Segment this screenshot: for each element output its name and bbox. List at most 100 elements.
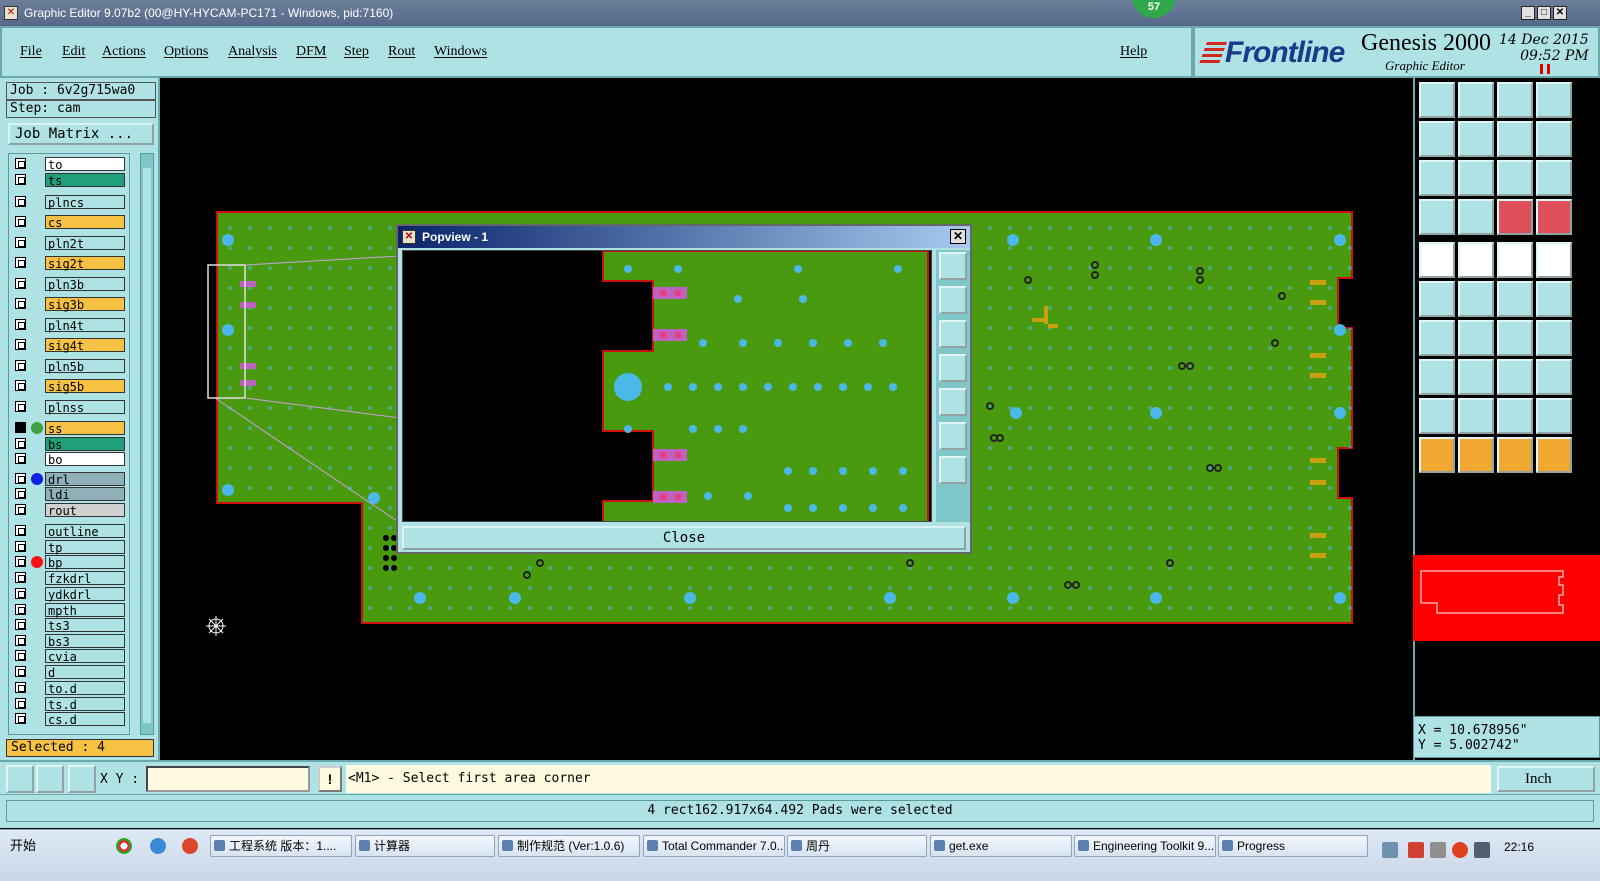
layer-row-cs-d[interactable]: cs.d — [11, 712, 129, 727]
line-alt-icon[interactable] — [1458, 320, 1494, 356]
layer-name[interactable]: pln2t — [45, 236, 125, 251]
pointer-box-icon[interactable] — [1458, 437, 1494, 473]
layer-row-ss[interactable]: ss — [11, 421, 129, 436]
popview-canvas[interactable] — [402, 250, 932, 522]
layer-row-cvia[interactable]: cvia — [11, 649, 129, 664]
layer-checkbox[interactable] — [15, 278, 26, 289]
start-button[interactable]: 开始 — [2, 836, 52, 856]
layer-checkbox[interactable] — [15, 319, 26, 330]
layer-checkbox[interactable] — [15, 619, 26, 630]
layer-row-bs[interactable]: bs — [11, 437, 129, 452]
layer-name[interactable]: tp — [45, 540, 125, 555]
ie-icon[interactable] — [150, 838, 166, 854]
layer-row-tp[interactable]: tp — [11, 540, 129, 555]
pointer-icon[interactable] — [1419, 437, 1455, 473]
layer-checkbox[interactable] — [15, 698, 26, 709]
close-window-button[interactable]: ✕ — [1553, 6, 1567, 20]
layer-checkbox[interactable] — [15, 650, 26, 661]
taskbar-task-5[interactable]: get.exe — [930, 835, 1072, 857]
layer-row-ldi[interactable]: ldi — [11, 487, 129, 502]
layer-checkbox[interactable] — [15, 713, 26, 724]
duplicate-icon[interactable] — [1536, 359, 1572, 395]
taskbar-task-1[interactable]: 计算器 — [355, 835, 495, 857]
tray-usb-icon[interactable] — [1430, 842, 1446, 858]
layer-name[interactable]: bs3 — [45, 634, 125, 649]
layer-name[interactable]: ss — [45, 421, 125, 436]
triangle-red-icon[interactable] — [1419, 398, 1455, 434]
layer-checkbox[interactable] — [15, 216, 26, 227]
board-minimap[interactable] — [1413, 555, 1600, 641]
layer-name[interactable]: ts3 — [45, 618, 125, 633]
zoom-fit-icon[interactable] — [1458, 160, 1494, 196]
xy-input[interactable] — [146, 766, 310, 792]
layer-checkbox[interactable] — [15, 572, 26, 583]
popview-pan-left-icon[interactable] — [939, 354, 967, 382]
minimize-button[interactable]: _ — [1521, 6, 1535, 20]
layer-row-sig5b[interactable]: sig5b — [11, 379, 129, 394]
layer-checkbox[interactable] — [15, 422, 26, 433]
home-icon[interactable] — [1497, 82, 1533, 118]
layer-checkbox[interactable] — [15, 401, 26, 412]
via-add-icon[interactable] — [1419, 359, 1455, 395]
layer-row-ts-d[interactable]: ts.d — [11, 697, 129, 712]
layer-name[interactable]: bp — [45, 555, 125, 570]
popview-pan-down-icon[interactable] — [939, 320, 967, 348]
tray-update-icon[interactable] — [1452, 842, 1468, 858]
measure-tool-icon[interactable] — [36, 765, 64, 793]
layer-list[interactable]: to ts plncs cs pln2t sig2t pln3b sig3b pln4t sig4… — [8, 153, 130, 735]
popview-close-icon[interactable]: ✕ — [950, 229, 966, 244]
menu-actions[interactable]: Actions — [102, 44, 146, 60]
help-icon[interactable] — [1536, 160, 1572, 196]
layer-name[interactable]: cvia — [45, 649, 125, 664]
layer-checkbox[interactable] — [15, 438, 26, 449]
menu-help[interactable]: Help — [1120, 44, 1147, 60]
pan-right-icon[interactable] — [1458, 121, 1494, 157]
triangle-shadow-icon[interactable] — [1536, 398, 1572, 434]
layer-name[interactable]: ts.d — [45, 697, 125, 712]
layer-row-plncs[interactable]: plncs — [11, 195, 129, 210]
layer-row-pln4t[interactable]: pln4t — [11, 318, 129, 333]
layer-row-mpth[interactable]: mpth — [11, 603, 129, 618]
layer-row-plnss[interactable]: plnss — [11, 400, 129, 415]
layer-row-sig4t[interactable]: sig4t — [11, 338, 129, 353]
layer-checkbox[interactable] — [15, 635, 26, 646]
layer-checkbox[interactable] — [15, 298, 26, 309]
triangle-alt-icon[interactable] — [1458, 398, 1494, 434]
notification-badge[interactable]: 57 — [1132, 0, 1176, 18]
pan-left-icon[interactable] — [1419, 121, 1455, 157]
layer-name[interactable]: pln4t — [45, 318, 125, 333]
menu-dfm[interactable]: DFM — [296, 44, 326, 60]
tray-volume-icon[interactable] — [1474, 842, 1490, 858]
layer-checkbox[interactable] — [15, 237, 26, 248]
layer-checkbox[interactable] — [15, 453, 26, 464]
pause-icon[interactable] — [1540, 64, 1550, 74]
menu-file[interactable]: File — [20, 44, 42, 60]
layer-checkbox[interactable] — [15, 380, 26, 391]
taskbar-task-0[interactable]: 工程系统 版本：1.... — [210, 835, 352, 857]
layer-name[interactable]: sig3b — [45, 297, 125, 312]
layer-name[interactable]: mpth — [45, 603, 125, 618]
arc-icon[interactable] — [1497, 320, 1533, 356]
popview-zoom-view[interactable] — [403, 251, 932, 522]
layer-row-to[interactable]: to — [11, 157, 129, 172]
layer-checkbox[interactable] — [15, 525, 26, 536]
triangle-outline-icon[interactable] — [1497, 398, 1533, 434]
layer-name[interactable]: ts — [45, 173, 125, 188]
layer-name[interactable]: ydkdrl — [45, 587, 125, 602]
popview-title-bar[interactable]: ✕ Popview - 1 — [398, 226, 970, 248]
layer-checkbox[interactable] — [15, 541, 26, 552]
layer-name[interactable]: pln3b — [45, 277, 125, 292]
menu-edit[interactable]: Edit — [62, 44, 85, 60]
menu-rout[interactable]: Rout — [388, 44, 415, 60]
taskbar-task-7[interactable]: Progress — [1218, 835, 1368, 857]
fill-icon[interactable] — [1536, 242, 1572, 278]
layer-row-sig3b[interactable]: sig3b — [11, 297, 129, 312]
popview-pan-right-icon[interactable] — [939, 388, 967, 416]
layer-row-pln3b[interactable]: pln3b — [11, 277, 129, 292]
tray-network-icon[interactable] — [1382, 842, 1398, 858]
popview-close-button[interactable]: Close — [402, 526, 966, 550]
layer-checkbox[interactable] — [15, 666, 26, 677]
layer-row-d[interactable]: d — [11, 665, 129, 680]
layer-checkbox[interactable] — [15, 360, 26, 371]
popview-center-icon[interactable] — [939, 456, 967, 484]
